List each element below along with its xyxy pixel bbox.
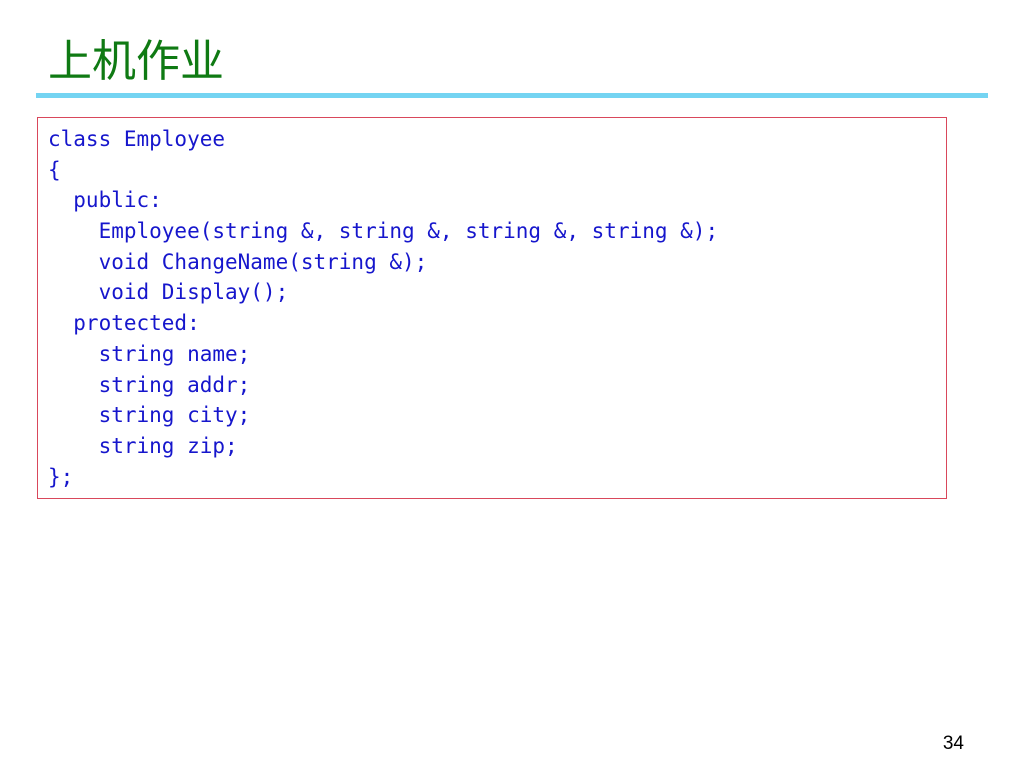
code-line: protected: [48, 311, 200, 336]
code-line: string name; [48, 341, 251, 366]
slide: 上机作业 class Employee { public: Employee(st… [0, 0, 1024, 768]
code-line: }; [48, 464, 74, 489]
code-line: string city; [48, 403, 251, 428]
page-number: 34 [942, 733, 964, 754]
code-block: class Employee { public: Employee(string … [48, 124, 718, 492]
code-line: void Display(); [48, 280, 289, 305]
code-box: class Employee { public: Employee(string … [37, 117, 947, 499]
slide-title: 上机作业 [48, 36, 224, 87]
title-underline [36, 93, 988, 98]
code-line: public: [48, 188, 162, 213]
code-line: void ChangeName(string &); [48, 249, 428, 274]
code-line: Employee(string &, string &, string &, s… [48, 219, 719, 244]
code-line: { [48, 157, 61, 182]
code-line: string addr; [48, 372, 251, 397]
code-line: class Employee [48, 127, 226, 151]
code-line: string zip; [48, 433, 238, 458]
